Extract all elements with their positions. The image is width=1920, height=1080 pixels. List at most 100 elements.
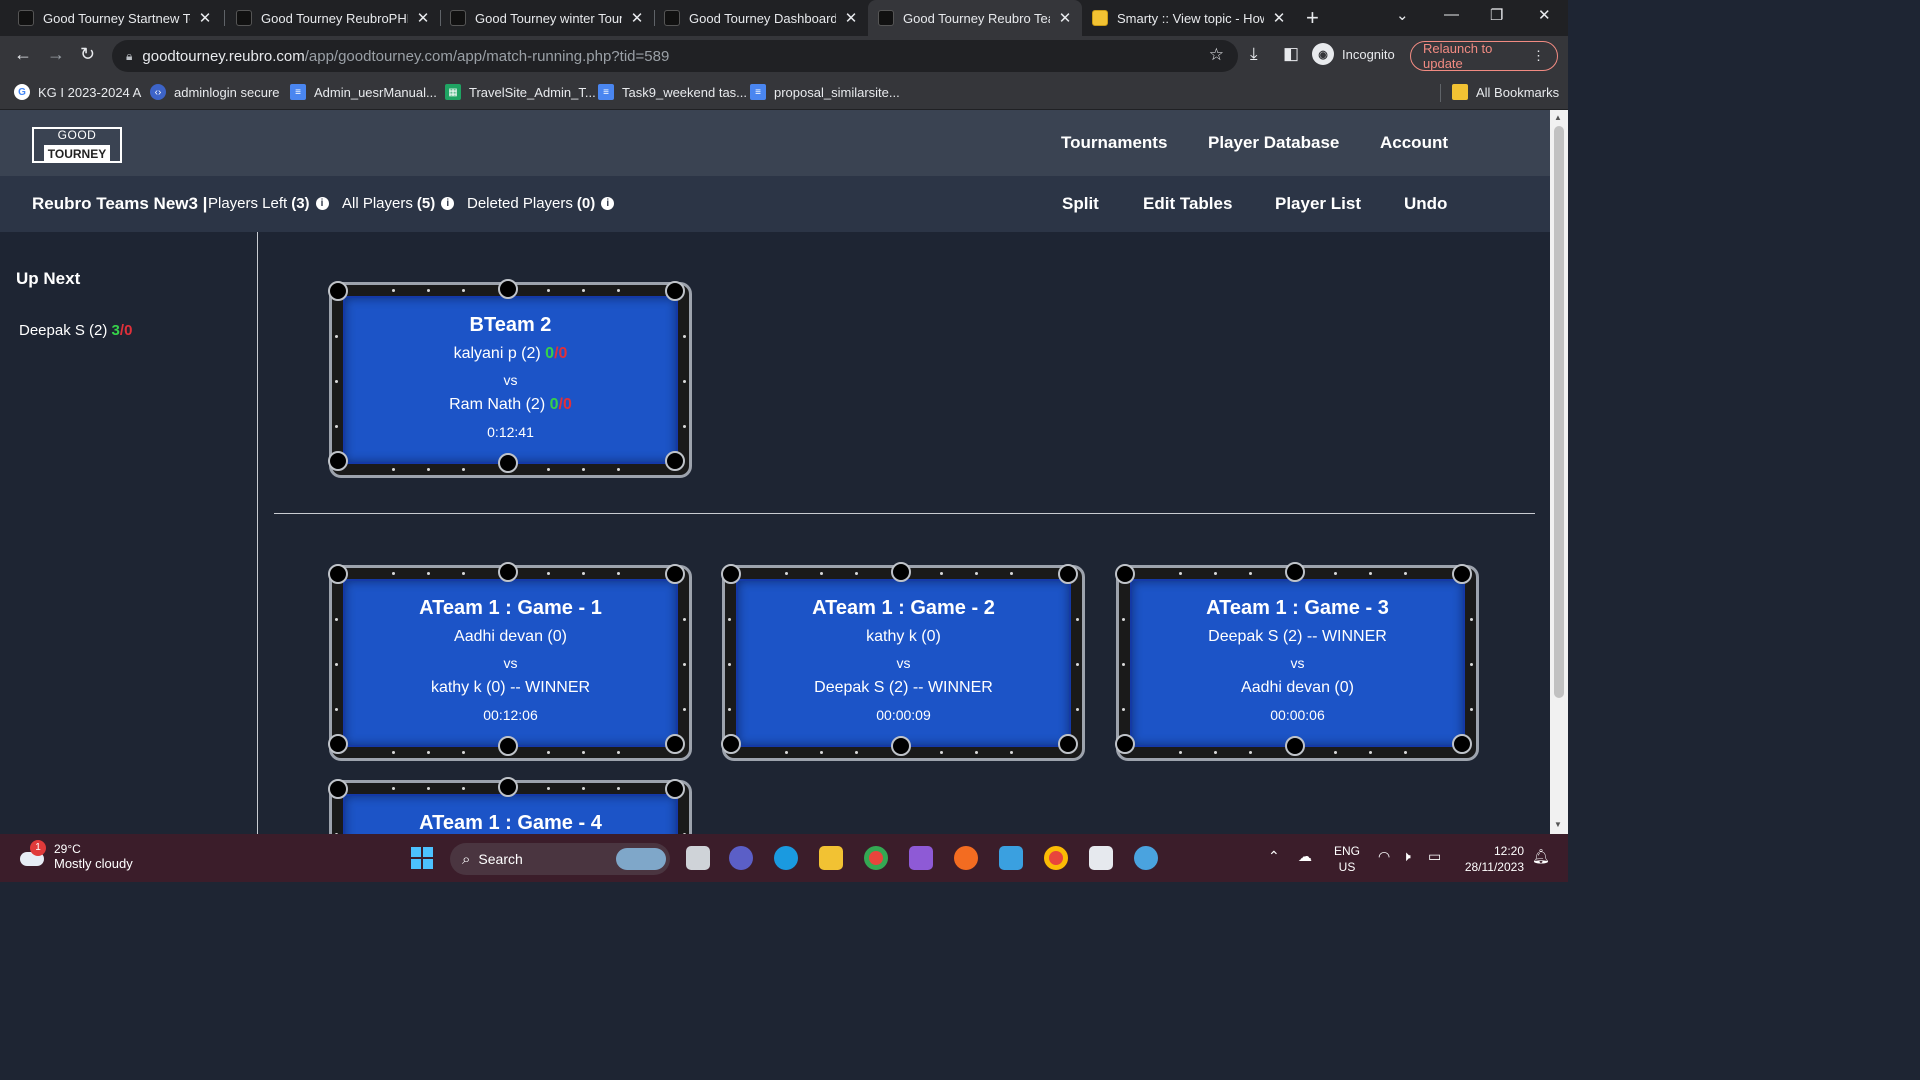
bookmark-item[interactable]: ‹› adminlogin secure [150,84,280,100]
all-players[interactable]: All Players (5) i [342,195,455,212]
bookmark-item[interactable]: ≡ Admin_uesrManual... [290,84,437,100]
back-icon[interactable]: ← [14,44,32,65]
battery-icon[interactable]: ▭ [1428,848,1441,864]
rail-diamond [547,289,550,292]
forward-icon[interactable]: → [47,44,65,65]
info-icon[interactable]: i [441,197,455,210]
restore-icon[interactable]: ❐ [1490,6,1503,24]
weather-widget[interactable]: 1 29°C Mostly cloudy [18,839,133,871]
notepad-icon[interactable] [999,846,1023,870]
split-button[interactable]: Split [1062,194,1099,214]
close-tab-icon[interactable]: ✕ [630,9,644,27]
browser-tab[interactable]: Good Tourney winter Tourn ✕ [440,0,654,36]
up-next-item[interactable]: Deepak S (2) 3/0 [19,322,132,339]
tab-search-chevron-icon[interactable]: ⌄ [1396,6,1409,24]
pool-table-completed[interactable]: ATeam 1 : Game - 4 [328,777,692,834]
side-panel-icon[interactable]: ◧ [1283,44,1299,64]
table-pocket [1058,734,1078,754]
player-list-button[interactable]: Player List [1275,194,1361,214]
up-next-title: Up Next [16,269,81,288]
pool-table-completed[interactable]: ATeam 1 : Game - 2 kathy k (0) vs Deepak… [721,562,1085,761]
wifi-icon[interactable]: ◠ [1378,848,1390,864]
browser-tab[interactable]: Good Tourney ReubroPHP ✕ [226,0,440,36]
close-tab-icon[interactable]: ✕ [416,9,430,27]
volume-muted-icon[interactable]: 🕨︎ [1402,848,1411,864]
table-pocket [328,734,348,754]
clock-date: 28/11/2023 [1464,860,1524,874]
all-bookmarks[interactable]: All Bookmarks [1452,84,1559,100]
edit-tables-button[interactable]: Edit Tables [1143,194,1232,214]
firefox-icon[interactable] [954,846,978,870]
windows-start-icon[interactable] [410,846,434,870]
bookmark-star-icon[interactable]: ☆ [1209,45,1224,65]
rail-diamond [975,751,978,754]
download-icon[interactable]: ⤓ [1250,44,1258,64]
scrollbar-thumb[interactable] [1554,126,1564,698]
task-view-icon[interactable] [686,846,710,870]
new-tab-icon[interactable]: + [1306,5,1319,31]
nav-tournaments[interactable]: Tournaments [1061,133,1167,153]
url-bar[interactable]: 🔒︎ goodtourney.reubro.com/app/goodtourne… [112,40,1238,72]
url-path: /app/goodtourney.com/app/match-running.p… [304,47,670,65]
bookmark-item[interactable]: ▦ TravelSite_Admin_T... [445,84,596,100]
players-left-count: (3) [291,195,310,212]
incognito-indicator[interactable]: ◉ Incognito [1312,43,1395,65]
rail-diamond [1249,572,1252,575]
bookmark-item[interactable]: ≡ Task9_weekend tas... [598,84,747,100]
paint-icon[interactable] [1134,846,1158,870]
bookmark-item[interactable]: ≡ proposal_similarsite... [750,84,900,100]
deleted-players[interactable]: Deleted Players (0) i [467,195,615,212]
clock[interactable]: 12:20 28/11/2023 [1458,843,1524,875]
chrome-icon[interactable] [864,846,888,870]
bookmark-label: proposal_similarsite... [774,84,900,100]
info-icon[interactable]: i [315,197,329,210]
browser-tab[interactable]: Good Tourney Startnew To ✕ [8,0,222,36]
clock-time: 12:20 [1493,844,1524,858]
onedrive-icon[interactable]: ☁ [1298,848,1312,864]
bookmark-item[interactable]: G KG I 2023-2024 A [14,84,141,100]
table-pocket [328,779,348,799]
edge-icon[interactable] [774,846,798,870]
scroll-down-icon[interactable]: ▼ [1554,820,1562,829]
pool-table-running[interactable]: BTeam 2 kalyani p (2) 0/0 vs Ram Nath (2… [328,279,692,478]
wins-count: 3 [111,322,120,339]
undo-button[interactable]: Undo [1404,194,1447,214]
browser-tab-active[interactable]: Good Tourney Reubro Tean ✕ [868,0,1082,36]
rail-diamond [335,335,338,338]
scroll-up-icon[interactable]: ▲ [1554,113,1562,122]
good-tourney-logo[interactable]: GOOD TOURNEY [32,127,122,163]
lock-icon[interactable]: 🔒︎ [126,49,132,64]
browser-tab[interactable]: Good Tourney Dashboard ✕ [654,0,868,36]
bookmark-label: TravelSite_Admin_T... [469,84,596,100]
table-title: ATeam 1 : Game - 2 [812,597,995,619]
relaunch-button[interactable]: Relaunch to update ⋮ [1410,41,1558,71]
notifications-bell-icon[interactable]: 🔔︎ [1532,848,1550,864]
snipping-tool-icon[interactable] [1089,846,1113,870]
language-indicator[interactable]: ENG US [1334,843,1360,875]
close-tab-icon[interactable]: ✕ [1272,9,1286,27]
chrome-profile-icon[interactable] [1044,846,1068,870]
browser-tab[interactable]: Smarty :: View topic - How ✕ [1082,0,1296,36]
teams-chat-icon[interactable] [729,846,753,870]
nav-player-database[interactable]: Player Database [1208,133,1339,153]
pool-table-completed[interactable]: ATeam 1 : Game - 1 Aadhi devan (0) vs ka… [328,562,692,761]
table-title: ATeam 1 : Game - 3 [1206,597,1389,619]
close-window-icon[interactable]: ✕ [1538,6,1551,24]
close-tab-icon[interactable]: ✕ [844,9,858,27]
menu-dots-icon[interactable]: ⋮ [1532,48,1545,64]
good-tourney-favicon-icon [878,10,894,26]
show-hidden-icons-icon[interactable]: ⌃ [1268,848,1280,864]
players-left[interactable]: Players Left (3) i [208,195,329,212]
page-scrollbar[interactable]: ▲ ▼ [1550,110,1568,834]
nav-account[interactable]: Account [1380,133,1448,153]
close-tab-icon[interactable]: ✕ [198,9,212,27]
file-explorer-icon[interactable] [819,846,843,870]
close-tab-icon[interactable]: ✕ [1058,9,1072,27]
reload-icon[interactable]: ↻ [80,44,95,65]
taskbar-search[interactable]: ⌕ Search [450,843,670,875]
visual-studio-icon[interactable] [909,846,933,870]
minimize-icon[interactable]: — [1444,6,1459,23]
table-pocket [1115,734,1135,754]
pool-table-completed[interactable]: ATeam 1 : Game - 3 Deepak S (2) -- WINNE… [1115,562,1479,761]
info-icon[interactable]: i [601,197,615,210]
